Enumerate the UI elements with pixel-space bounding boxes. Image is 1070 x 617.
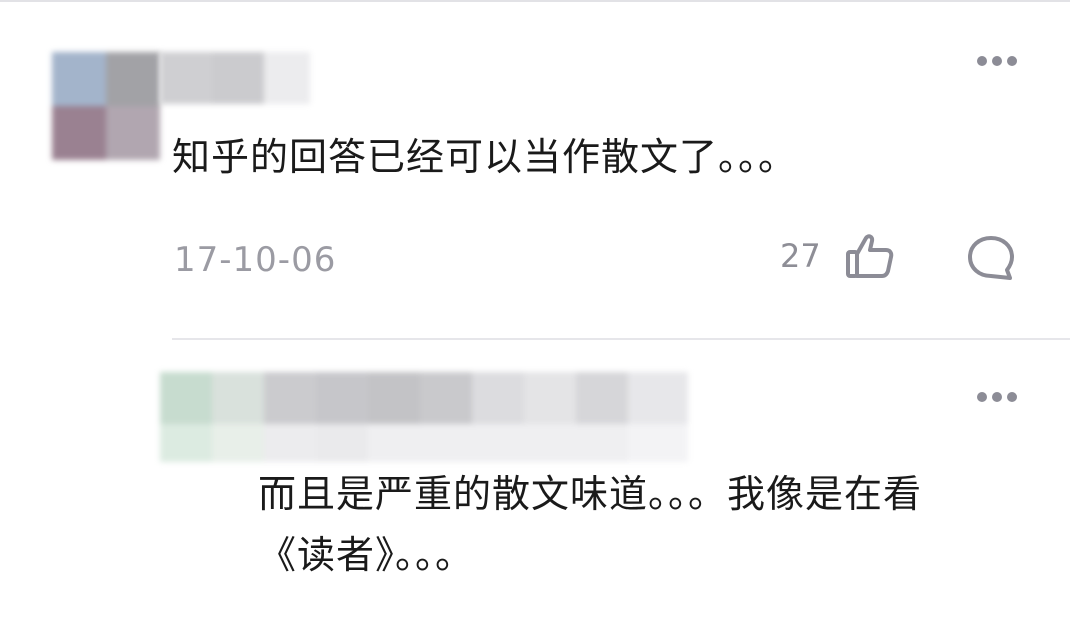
like-count: 27 xyxy=(780,237,821,275)
more-dots-icon[interactable] xyxy=(977,56,1017,66)
reply-text-line1: 而且是严重的散文味道。。。我像是在看 xyxy=(258,472,923,516)
comment-bubble-icon[interactable] xyxy=(966,234,1016,282)
comment-date: 17-10-06 xyxy=(174,240,337,280)
reply-text-line2: 《读者》。。。 xyxy=(258,533,475,577)
thumbs-up-icon[interactable] xyxy=(844,232,896,280)
avatar[interactable] xyxy=(52,52,160,160)
comment-divider xyxy=(172,338,1070,340)
username-redacted[interactable] xyxy=(160,52,310,104)
top-divider xyxy=(0,0,1070,2)
more-dots-icon[interactable] xyxy=(977,392,1017,402)
comment-text: 知乎的回答已经可以当作散文了。。。 xyxy=(172,135,798,179)
username-redacted[interactable] xyxy=(160,372,688,462)
